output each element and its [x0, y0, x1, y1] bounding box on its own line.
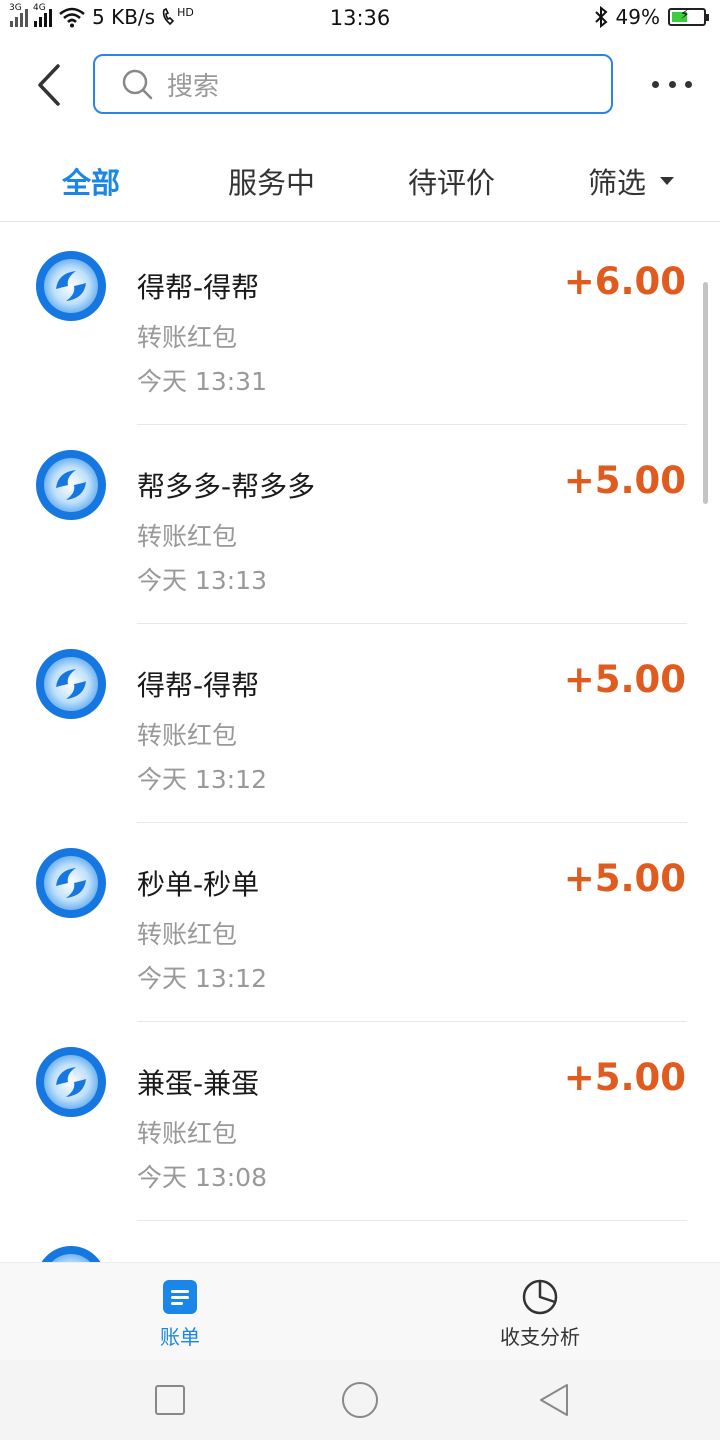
list-item[interactable]: 得帮-得帮 转账红包 今天 13:31 +6.00: [0, 226, 720, 425]
more-options-button[interactable]: [652, 72, 692, 96]
record-time: 今天 13:13: [137, 566, 267, 595]
record-time: 今天 13:08: [137, 1163, 267, 1192]
recent-apps-button[interactable]: [155, 1385, 185, 1415]
back-button[interactable]: [28, 60, 72, 110]
top-bar: 搜索: [0, 48, 720, 122]
record-name: 兼蛋-兼蛋: [137, 1067, 260, 1100]
bill-icon: [163, 1280, 197, 1314]
nav-analysis[interactable]: 收支分析: [460, 1279, 620, 1350]
list-item[interactable]: 秒单-秒单 转账红包 今天 13:12 +5.00: [0, 823, 720, 1022]
tab-filter[interactable]: 筛选: [588, 160, 675, 202]
tab-all[interactable]: 全部: [62, 160, 120, 202]
record-type: 转账红包: [137, 323, 238, 352]
system-nav-bar: [0, 1360, 720, 1440]
more-dot-icon: [668, 80, 676, 88]
record-type: 转账红包: [137, 522, 238, 551]
record-list: 得帮-得帮 转账红包 今天 13:31 +6.00 帮多多-帮多多 转账红包 今…: [0, 226, 720, 1262]
charging-bolt-icon: ⚡: [680, 7, 690, 23]
app-logo-icon: [36, 450, 106, 520]
pie-chart-icon: [522, 1279, 558, 1315]
list-item[interactable]: 兼蛋-兼蛋 转账红包 今天 13:08 +5.00: [0, 1022, 720, 1221]
record-name: 秒单-秒单: [137, 868, 260, 901]
tab-to-review[interactable]: 待评价: [408, 160, 495, 202]
record-type: 转账红包: [137, 1119, 238, 1148]
record-time: 今天 13:12: [137, 964, 267, 993]
status-bar: 3G 4G 5 KB/s HD 13:36 49% ⚡: [0, 0, 720, 38]
record-type: 转账红包: [137, 721, 238, 750]
record-name: 得帮-得帮: [137, 271, 260, 304]
more-dot-icon: [685, 80, 692, 88]
nav-analysis-label: 收支分析: [500, 1325, 580, 1349]
status-right: 49% ⚡: [594, 5, 709, 29]
system-back-button[interactable]: [536, 1382, 572, 1418]
search-placeholder: 搜索: [167, 71, 220, 102]
record-type: 转账红包: [137, 920, 238, 949]
search-icon: [122, 69, 153, 100]
more-dot-icon: [652, 80, 659, 88]
filter-tabs: 全部 服务中 待评价 筛选: [0, 140, 720, 222]
nav-bill-label: 账单: [160, 1325, 200, 1349]
app-logo-icon: [36, 1047, 106, 1117]
battery-icon: ⚡: [668, 7, 709, 26]
record-name: 得帮-得帮: [137, 669, 260, 702]
scrollbar[interactable]: [703, 282, 708, 504]
record-time: 今天 13:12: [137, 765, 267, 794]
record-amount: +5.00: [563, 459, 686, 502]
home-button[interactable]: [342, 1382, 378, 1418]
bottom-nav: 账单 收支分析: [0, 1262, 720, 1360]
app-logo-icon: [36, 848, 106, 918]
record-amount: +6.00: [563, 260, 686, 303]
search-input[interactable]: 搜索: [93, 54, 613, 114]
tab-filter-label: 筛选: [588, 166, 647, 200]
record-name: 帮多多-帮多多: [137, 470, 316, 503]
list-item[interactable]: [0, 1221, 720, 1262]
record-time: 今天 13:31: [137, 367, 267, 396]
tab-in-service[interactable]: 服务中: [228, 160, 315, 202]
battery-percent: 49%: [615, 5, 660, 29]
app-logo-icon: [36, 649, 106, 719]
list-item[interactable]: 得帮-得帮 转账红包 今天 13:12 +5.00: [0, 624, 720, 823]
nav-bill[interactable]: 账单: [100, 1279, 260, 1350]
record-amount: +5.00: [563, 658, 686, 701]
list-item[interactable]: 帮多多-帮多多 转账红包 今天 13:13 +5.00: [0, 425, 720, 624]
chevron-left-icon: [38, 64, 60, 106]
caret-down-icon: [660, 177, 675, 185]
record-amount: +5.00: [563, 1056, 686, 1099]
app-logo-icon: [36, 1246, 106, 1262]
bluetooth-icon: [594, 6, 608, 28]
record-amount: +5.00: [563, 857, 686, 900]
app-logo-icon: [36, 251, 106, 321]
